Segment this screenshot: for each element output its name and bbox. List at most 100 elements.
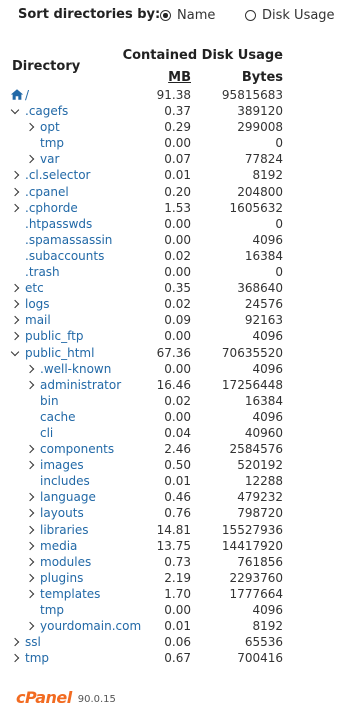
chevron-right-icon[interactable] — [10, 187, 20, 196]
directory-link[interactable]: libraries — [40, 522, 88, 538]
chevron-right-icon[interactable] — [10, 316, 20, 325]
directory-row: var 0.07 77824 — [0, 151, 338, 167]
directory-link[interactable]: .cl.selector — [25, 167, 91, 183]
mb-value: 0.04 — [164, 425, 191, 440]
chevron-right-icon[interactable] — [25, 364, 35, 373]
sort-by-name-radio[interactable]: Name — [160, 8, 215, 23]
chevron-right-icon[interactable] — [25, 557, 35, 566]
directory-link[interactable]: .cagefs — [25, 103, 68, 119]
directory-link[interactable]: layouts — [40, 505, 84, 521]
directory-link[interactable]: components — [40, 441, 114, 457]
directory-link[interactable]: administrator — [40, 377, 121, 393]
directory-link[interactable]: plugins — [40, 570, 83, 586]
directory-link[interactable]: language — [40, 489, 96, 505]
directory-link[interactable]: cli — [40, 425, 53, 441]
directory-link[interactable]: .htpasswds — [25, 216, 92, 232]
directory-link[interactable]: tmp — [40, 602, 64, 618]
chevron-right-icon[interactable] — [25, 493, 35, 502]
directory-link[interactable]: .cphorde — [25, 200, 78, 216]
directory-row: components 2.46 2584576 — [0, 441, 338, 457]
chevron-right-icon[interactable] — [10, 283, 20, 293]
chevron-right-icon[interactable] — [25, 155, 35, 164]
directory-link[interactable]: ssl — [25, 634, 41, 650]
bytes-value: 16384 — [244, 393, 283, 408]
directory-link[interactable]: yourdomain.com — [40, 618, 141, 634]
mb-value: 0.00 — [164, 136, 191, 151]
radio-unchecked-icon[interactable] — [245, 10, 256, 21]
bytes-value: 0 — [275, 216, 283, 231]
chevron-right-icon[interactable] — [25, 122, 35, 132]
directory-row: templates 1.70 1777664 — [0, 586, 338, 602]
bytes-value: 92163 — [244, 313, 283, 328]
chevron-right-icon[interactable] — [25, 444, 35, 454]
directory-link[interactable]: media — [40, 538, 77, 554]
directory-link[interactable]: tmp — [25, 650, 49, 666]
directory-row: public_html 67.36 70635520 — [0, 345, 338, 361]
mb-value: 0.29 — [164, 120, 191, 135]
directory-link[interactable]: / — [25, 87, 29, 103]
directory-link[interactable]: cache — [40, 409, 76, 425]
bytes-value: 15527936 — [221, 522, 283, 537]
sort-option-label: Disk Usage — [262, 8, 335, 23]
mb-column-header[interactable]: MB — [168, 70, 191, 85]
directory-link[interactable]: etc — [25, 280, 44, 296]
directory-link[interactable]: logs — [25, 296, 50, 312]
mb-value: 2.46 — [164, 442, 191, 457]
directory-link[interactable]: public_ftp — [25, 328, 83, 344]
chevron-right-icon[interactable] — [10, 203, 20, 212]
directory-link[interactable]: .trash — [25, 264, 60, 280]
radio-checked-icon[interactable] — [160, 10, 171, 21]
directory-link[interactable]: public_html — [25, 345, 94, 361]
directory-link[interactable]: tmp — [40, 135, 64, 151]
chevron-right-icon[interactable] — [25, 621, 35, 631]
chevron-right-icon[interactable] — [10, 332, 20, 341]
chevron-right-icon[interactable] — [25, 509, 35, 518]
directory-link[interactable]: opt — [40, 119, 60, 135]
mb-value: 0.67 — [164, 651, 191, 666]
mb-value: 0.06 — [164, 635, 191, 650]
bytes-value: 70635520 — [221, 345, 283, 360]
directory-row: cache 0.00 4096 — [0, 409, 338, 425]
bytes-value: 4096 — [252, 409, 283, 424]
bytes-value: 65536 — [244, 635, 283, 650]
bytes-value: 12288 — [244, 474, 283, 489]
version-label: 90.0.15 — [77, 694, 116, 705]
directory-link[interactable]: mail — [25, 312, 51, 328]
directory-link[interactable]: .cpanel — [25, 184, 69, 200]
chevron-right-icon[interactable] — [10, 654, 20, 663]
mb-value: 1.70 — [164, 586, 191, 601]
bytes-value: 16384 — [244, 248, 283, 263]
directory-link[interactable]: includes — [40, 473, 90, 489]
directory-link[interactable]: var — [40, 151, 59, 167]
mb-value: 0.35 — [164, 281, 191, 296]
directory-link[interactable]: .well-known — [40, 361, 111, 377]
sort-by-disk-usage-radio[interactable]: Disk Usage — [245, 8, 335, 23]
chevron-right-icon[interactable] — [25, 525, 35, 534]
chevron-down-icon[interactable] — [10, 347, 20, 356]
directory-link[interactable]: modules — [40, 554, 91, 570]
chevron-right-icon[interactable] — [25, 573, 35, 583]
directory-link[interactable]: images — [40, 457, 84, 473]
directory-link[interactable]: .spamassassin — [25, 232, 112, 248]
directory-link[interactable]: templates — [40, 586, 100, 602]
directory-row: .cagefs 0.37 389120 — [0, 103, 338, 119]
directory-row: media 13.75 14417920 — [0, 538, 338, 554]
directory-row: .cphorde 1.53 1605632 — [0, 200, 338, 216]
chevron-right-icon[interactable] — [10, 171, 20, 180]
directory-row: opt 0.29 299008 — [0, 119, 338, 135]
chevron-down-icon[interactable] — [10, 105, 20, 115]
directory-link[interactable]: bin — [40, 393, 59, 409]
bytes-value: 14417920 — [221, 538, 283, 553]
chevron-right-icon[interactable] — [10, 299, 20, 309]
chevron-right-icon[interactable] — [25, 589, 35, 599]
bytes-value: 8192 — [252, 168, 283, 183]
home-icon[interactable] — [10, 88, 24, 101]
chevron-right-icon[interactable] — [25, 380, 35, 389]
bytes-value: 77824 — [244, 152, 283, 167]
directory-link[interactable]: .subaccounts — [25, 248, 104, 264]
directory-row: language 0.46 479232 — [0, 489, 338, 505]
chevron-right-icon[interactable] — [25, 460, 35, 470]
chevron-right-icon[interactable] — [25, 541, 35, 550]
directory-row: yourdomain.com 0.01 8192 — [0, 618, 338, 634]
chevron-right-icon[interactable] — [10, 637, 20, 647]
